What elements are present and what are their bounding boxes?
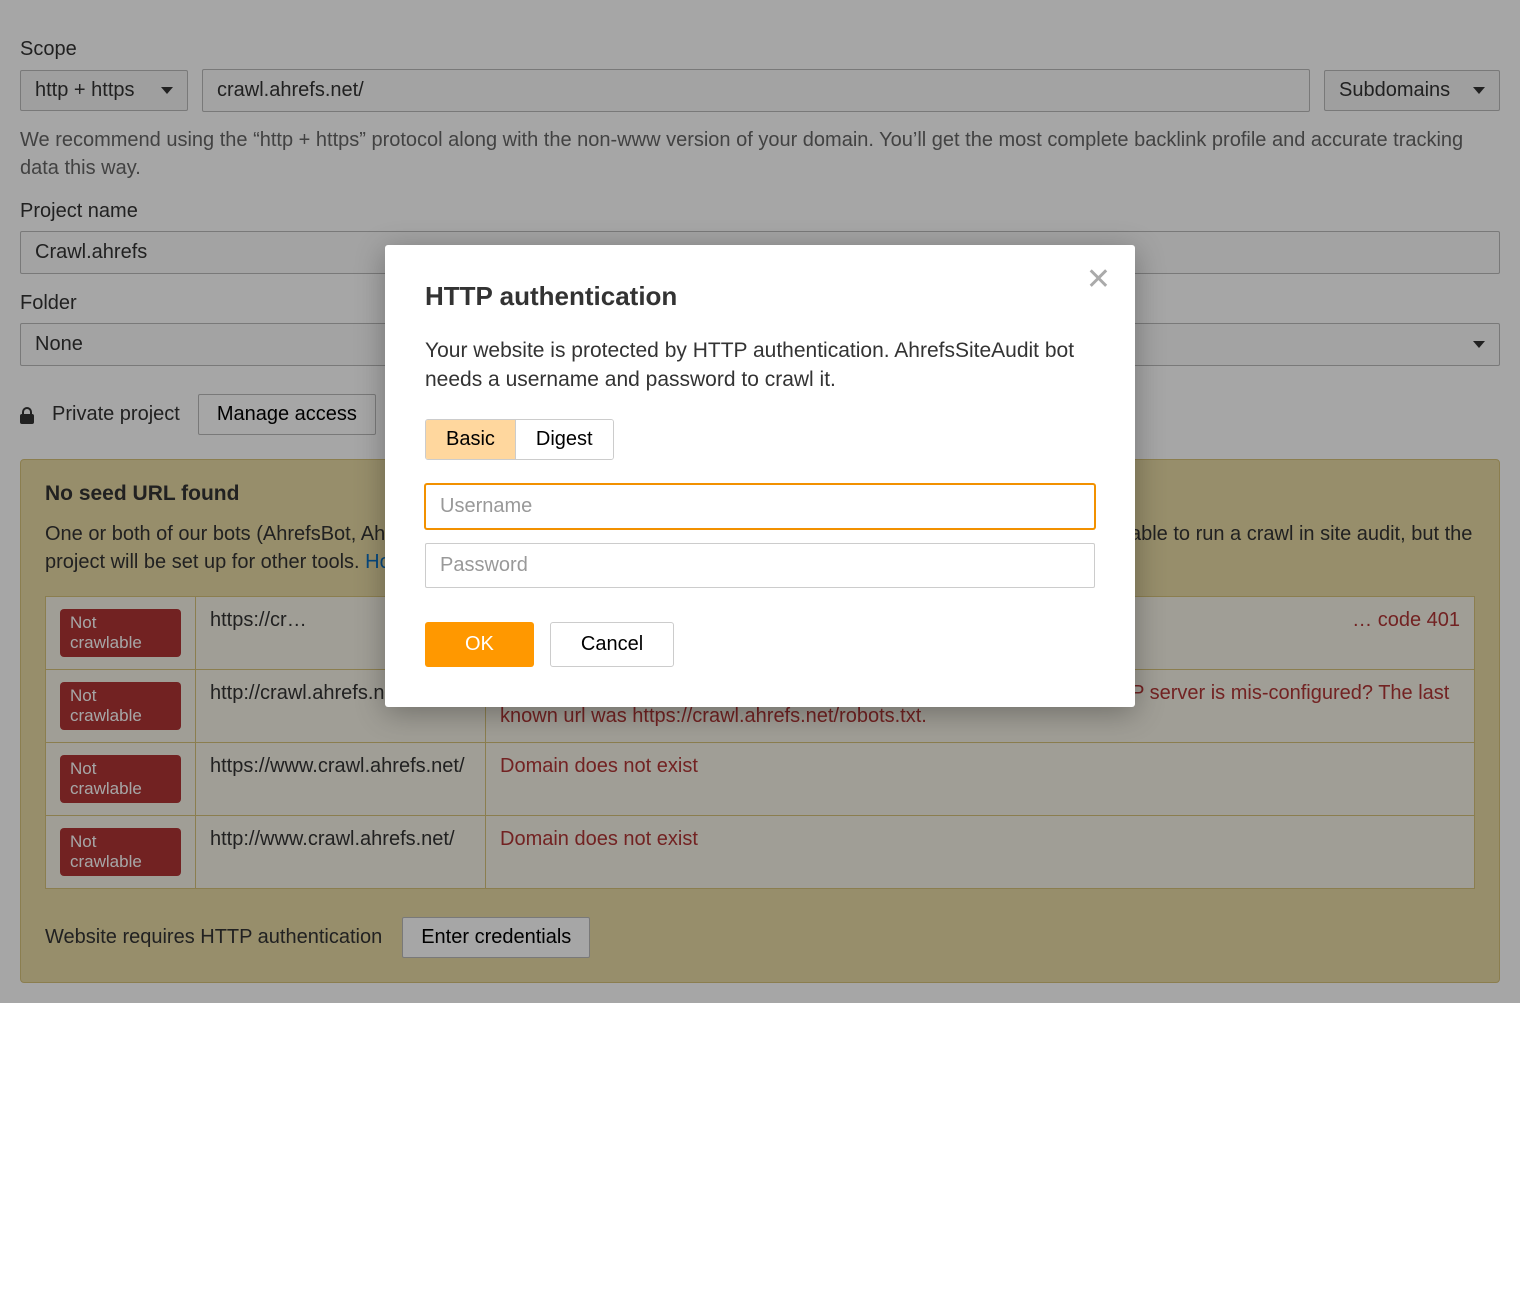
close-icon[interactable]: ✕ xyxy=(1086,265,1111,295)
auth-type-tabs: Basic Digest xyxy=(425,419,614,460)
tab-basic[interactable]: Basic xyxy=(426,420,515,459)
modal-description: Your website is protected by HTTP authen… xyxy=(425,336,1095,395)
http-auth-modal: ✕ HTTP authentication Your website is pr… xyxy=(385,245,1135,707)
ok-button[interactable]: OK xyxy=(425,622,534,667)
tab-digest[interactable]: Digest xyxy=(515,420,613,459)
password-input[interactable] xyxy=(425,543,1095,588)
username-input[interactable] xyxy=(425,484,1095,529)
cancel-button[interactable]: Cancel xyxy=(550,622,674,667)
modal-title: HTTP authentication xyxy=(425,281,1095,312)
